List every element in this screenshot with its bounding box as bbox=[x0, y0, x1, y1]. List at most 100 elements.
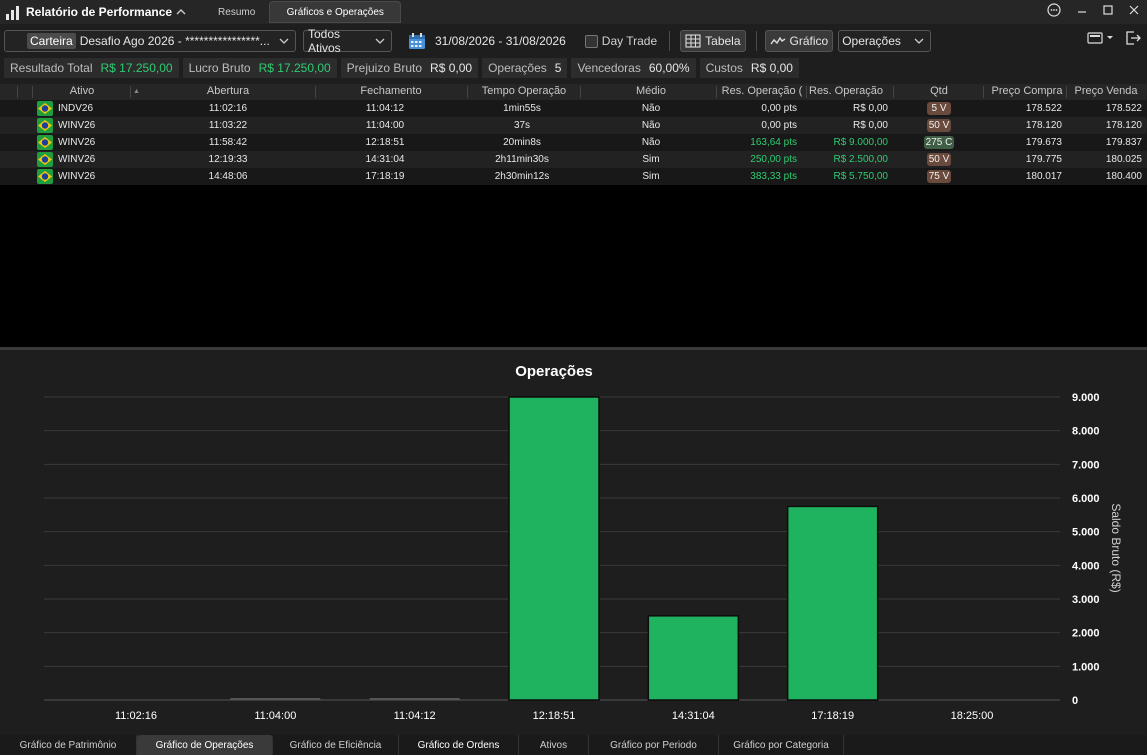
bar[interactable] bbox=[230, 698, 321, 700]
cell-medio: Não bbox=[641, 137, 661, 148]
operations-chart: Operações 0 1.000 2.000 3.000 4.000 5.000 6.000… bbox=[0, 350, 1147, 734]
operations-table: Ativo Abertura Fechamento Tempo Operação Méd… bbox=[0, 84, 1147, 347]
more-options-icon[interactable] bbox=[1047, 3, 1061, 17]
table-icon bbox=[685, 34, 701, 48]
column-header[interactable]: Fechamento bbox=[331, 85, 451, 97]
cell-tempo: 2h11min30s bbox=[495, 154, 549, 165]
quantity-badge: 50 V bbox=[927, 119, 951, 132]
brazil-flag-icon bbox=[37, 152, 53, 167]
cell-ativo: WINV26 bbox=[58, 137, 96, 148]
cell-fechamento: 12:18:51 bbox=[365, 137, 405, 148]
column-separator[interactable] bbox=[315, 86, 316, 98]
cell-compra: 180.017 bbox=[1025, 171, 1062, 182]
cell-medio: Sim bbox=[642, 171, 660, 182]
table-row[interactable]: INDV26 11:02:16 11:04:12 1min55s Não 0,00 pts… bbox=[0, 100, 1147, 117]
line-chart-icon bbox=[769, 36, 785, 45]
bar[interactable] bbox=[508, 396, 600, 701]
sort-ascending-icon[interactable]: ▲ bbox=[133, 88, 140, 95]
bottom-tab[interactable]: Gráfico de Ordens bbox=[399, 735, 519, 755]
tabela-label: Tabela bbox=[705, 34, 741, 48]
quantity-badge: 50 V bbox=[927, 153, 951, 166]
calendar-icon[interactable] bbox=[408, 32, 426, 50]
ativos-select[interactable]: Todos Ativos bbox=[303, 27, 392, 55]
column-separator[interactable] bbox=[17, 86, 18, 98]
brazil-flag-icon bbox=[37, 118, 53, 133]
cell-fechamento: 11:04:00 bbox=[365, 120, 405, 131]
cell-compra: 179.673 bbox=[1025, 137, 1062, 148]
chart-type-select[interactable]: Operações bbox=[838, 30, 932, 52]
exit-icon[interactable] bbox=[1125, 30, 1141, 46]
column-header[interactable]: Abertura bbox=[168, 85, 288, 97]
x-tick-label: 18:25:00 bbox=[951, 710, 994, 722]
summary-value: R$ 17.250,00 bbox=[258, 61, 331, 75]
table-header: Ativo Abertura Fechamento Tempo Operação Méd… bbox=[0, 84, 1147, 100]
cell-abertura: 11:03:22 bbox=[208, 120, 248, 131]
cell-ativo: WINV26 bbox=[58, 154, 96, 165]
chevron-up-icon[interactable] bbox=[176, 7, 186, 17]
bottom-tab[interactable]: Gráfico de Operações bbox=[137, 735, 273, 755]
close-icon[interactable] bbox=[1129, 5, 1139, 15]
cell-medio: Não bbox=[641, 103, 661, 114]
bottom-tab[interactable]: Gráfico de Patrimônio bbox=[0, 735, 137, 755]
column-header[interactable]: Tempo Operação bbox=[464, 85, 584, 97]
bottom-tab[interactable]: Gráfico por Periodo bbox=[589, 735, 719, 755]
column-header[interactable]: Preço Venda bbox=[1046, 85, 1147, 97]
table-row[interactable]: WINV26 12:19:33 14:31:04 2h11min30s Sim 250,0… bbox=[0, 151, 1147, 168]
summary-value: 5 bbox=[554, 61, 562, 75]
app-title: Relatório de Performance bbox=[26, 5, 173, 19]
x-tick-label: 12:18:51 bbox=[533, 710, 576, 722]
bottom-tab[interactable]: Ativos bbox=[519, 735, 589, 755]
carteira-select[interactable]: Carteira Desafio Ago 2026 - ************… bbox=[4, 30, 296, 52]
day-trade-checkbox[interactable] bbox=[584, 34, 598, 48]
date-range[interactable]: 31/08/2026 - 31/08/2026 bbox=[435, 34, 566, 48]
table-row[interactable]: WINV26 11:58:42 12:18:51 20min8s Não 163,64 p… bbox=[0, 134, 1147, 151]
quantity-badge: 75 V bbox=[927, 170, 951, 183]
y-tick-label: 1.000 bbox=[1072, 661, 1100, 673]
x-tick-label: 11:04:00 bbox=[254, 710, 296, 722]
summary-item: Prejuizo Bruto R$ 0,00 bbox=[340, 58, 479, 78]
summary-item: Lucro Bruto R$ 17.250,00 bbox=[182, 58, 337, 78]
summary-item: Operações 5 bbox=[482, 58, 568, 78]
minimize-icon[interactable] bbox=[1077, 5, 1087, 15]
summary-value: R$ 0,00 bbox=[750, 61, 793, 75]
table-row[interactable]: WINV26 14:48:06 17:18:19 2h30min12s Sim 383,3… bbox=[0, 168, 1147, 185]
table-row[interactable]: WINV26 11:03:22 11:04:00 37s Não 0,00 pts R$ 0… bbox=[0, 117, 1147, 134]
cell-compra: 178.522 bbox=[1025, 103, 1062, 114]
cell-compra: 178.120 bbox=[1025, 120, 1062, 131]
cell-venda: 179.837 bbox=[1105, 137, 1142, 148]
tabela-button[interactable]: Tabela bbox=[680, 30, 746, 52]
y-tick-label: 2.000 bbox=[1072, 628, 1100, 640]
bar[interactable] bbox=[786, 505, 879, 701]
cell-tempo: 2h30min12s bbox=[494, 171, 550, 182]
grafico-button[interactable]: Gráfico bbox=[764, 30, 834, 52]
cell-res-pts: 250,00 pts bbox=[750, 154, 797, 165]
carteira-value: Desafio Ago 2026 - ****************... bbox=[79, 34, 270, 48]
grafico-label: Gráfico bbox=[789, 34, 829, 48]
quantity-badge: 275 C bbox=[924, 136, 954, 149]
cell-medio: Não bbox=[641, 120, 661, 131]
column-header[interactable]: Médio bbox=[591, 85, 711, 97]
cell-abertura: 12:19:33 bbox=[208, 154, 248, 165]
maximize-icon[interactable] bbox=[1103, 5, 1113, 15]
y-tick-label: 4.000 bbox=[1072, 560, 1100, 572]
bottom-tab[interactable]: Gráfico por Categoria bbox=[719, 735, 844, 755]
bottom-tab[interactable]: Gráfico de Eficiência bbox=[273, 735, 399, 755]
x-tick-label: 17:18:19 bbox=[811, 710, 854, 722]
cell-abertura: 11:02:16 bbox=[208, 103, 248, 114]
cell-fechamento: 14:31:04 bbox=[365, 154, 405, 165]
chevron-down-icon bbox=[375, 38, 385, 44]
cell-res-rs: R$ 2.500,00 bbox=[833, 154, 889, 165]
column-header[interactable]: Ativo bbox=[22, 85, 142, 97]
tab-graficos-operacoes[interactable]: Gráficos e Operações bbox=[269, 1, 402, 23]
day-trade-label[interactable]: Day Trade bbox=[602, 34, 657, 48]
cell-tempo: 37s bbox=[513, 120, 531, 131]
divider bbox=[669, 31, 671, 51]
cell-ativo: WINV26 bbox=[58, 120, 96, 131]
cell-tempo: 1min55s bbox=[503, 103, 541, 114]
print-icon[interactable] bbox=[1087, 31, 1113, 45]
cell-res-pts: 0,00 pts bbox=[761, 120, 797, 131]
tab-resumo[interactable]: Resumo bbox=[204, 1, 269, 23]
cell-res-rs: R$ 0,00 bbox=[852, 103, 888, 114]
bar[interactable] bbox=[647, 615, 740, 701]
bar[interactable] bbox=[369, 698, 460, 700]
